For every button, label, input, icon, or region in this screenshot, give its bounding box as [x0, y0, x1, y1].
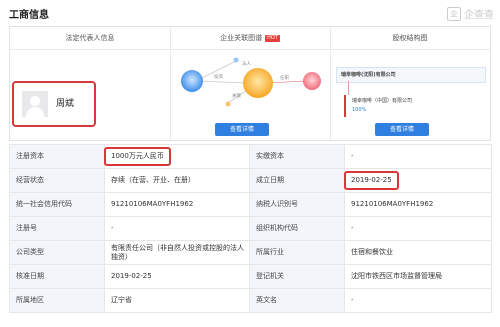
table-row: 所属地区 辽宁省 英文名 -: [9, 288, 492, 313]
graph-label-position: 任职: [280, 74, 289, 81]
graph-label-investor: 投资: [214, 73, 223, 80]
field-value: -: [344, 288, 492, 313]
graph-label-related: 关联: [232, 92, 241, 99]
avatar-body-shape: [26, 107, 44, 117]
graph-node-small: [225, 101, 231, 107]
avatar-head-shape: [30, 96, 40, 106]
field-value: 住宿和餐饮业: [344, 240, 492, 265]
brand-text: 企查查: [464, 10, 494, 21]
field-value: -: [344, 144, 492, 169]
field-value: 91210106MA0YFH1962: [344, 192, 492, 217]
legal-rep-card[interactable]: 周斌: [12, 81, 96, 127]
field-label: 核准日期: [9, 264, 105, 289]
field-label: 经营状态: [9, 168, 105, 193]
field-label: 登记机关: [249, 264, 345, 289]
equity-percent: 100%: [352, 107, 367, 113]
graph-node-right: [303, 72, 321, 90]
legal-rep-name[interactable]: 周斌: [56, 96, 74, 109]
avatar: [22, 91, 48, 117]
graph-node-left: [181, 70, 203, 92]
field-value: -: [344, 216, 492, 241]
header-divider: [10, 49, 490, 50]
field-value: 2019-02-25: [104, 264, 250, 289]
table-row: 公司类型 有限责任公司（非自然人投资或控股的法人独资） 所属行业 住宿和餐饮业: [9, 240, 492, 265]
field-label: 实缴资本: [249, 144, 345, 169]
overview-panel: 法定代表人信息 企业关联图谱HOT 股权结构图 周斌 投资 关联 法人 任职: [9, 26, 491, 141]
field-label: 注册号: [9, 216, 105, 241]
equity-shareholder: 瑞幸咖啡（中国）有限公司: [352, 98, 413, 104]
view-details-button-equity[interactable]: 查看详情: [375, 123, 429, 136]
table-row: 统一社会信用代码 91210106MA0YFH1962 纳税人识别号 91210…: [9, 192, 492, 217]
relation-graph[interactable]: 投资 关联 法人 任职: [172, 51, 328, 121]
established-date-value: 2019-02-25: [344, 171, 399, 190]
view-details-button-graph[interactable]: 查看详情: [215, 123, 269, 136]
field-label: 组织机构代码: [249, 216, 345, 241]
graph-node-small: [233, 57, 239, 63]
field-value: 辽宁省: [104, 288, 250, 313]
field-label: 注册资本: [9, 144, 105, 169]
registered-capital-value: 1000万元人民币: [104, 147, 171, 166]
brand-watermark: 企 企查查: [447, 6, 494, 21]
field-value: 存续（在营、开业、在册）: [104, 168, 250, 193]
table-row: 经营状态 存续（在营、开业、在册） 成立日期 2019-02-25: [9, 168, 492, 193]
field-value: 有限责任公司（非自然人投资或控股的法人独资）: [104, 240, 250, 265]
graph-label-other: 法人: [242, 60, 251, 67]
field-value-cell: 2019-02-25: [344, 168, 492, 193]
table-row: 注册号 - 组织机构代码 -: [9, 216, 492, 241]
field-label: 公司类型: [9, 240, 105, 265]
graph-edge: [195, 80, 247, 84]
field-label: 所属地区: [9, 288, 105, 313]
hot-badge: HOT: [265, 34, 280, 42]
field-label: 英文名: [249, 288, 345, 313]
field-label: 统一社会信用代码: [9, 192, 105, 217]
field-value: 91210106MA0YFH1962: [104, 192, 250, 217]
equity-header: 股权结构图: [392, 34, 428, 42]
field-value-cell: 1000万元人民币: [104, 144, 250, 169]
page-title: 工商信息: [9, 10, 49, 21]
field-label: 所属行业: [249, 240, 345, 265]
field-label: 纳税人识别号: [249, 192, 345, 217]
table-row: 核准日期 2019-02-25 登记机关 沈阳市铁西区市场监督管理局: [9, 264, 492, 289]
column-divider: [330, 27, 331, 140]
related-graph-title: 企业关联图谱: [220, 34, 263, 42]
column-divider: [170, 27, 171, 140]
related-graph-header: 企业关联图谱 HOT: [170, 27, 330, 49]
brand-logo-icon: 企: [447, 6, 461, 21]
field-label: 成立日期: [249, 168, 345, 193]
equity-connector: [348, 81, 349, 95]
equity-company: 瑞幸咖啡(沈阳)有限公司: [341, 72, 396, 78]
field-value: -: [104, 216, 250, 241]
equity-company-box[interactable]: 瑞幸咖啡(沈阳)有限公司: [336, 67, 486, 83]
field-value: 沈阳市铁西区市场监督管理局: [344, 264, 492, 289]
equity-shareholder-box[interactable]: 瑞幸咖啡（中国）有限公司 100%: [344, 95, 480, 117]
graph-node-center: [243, 68, 273, 98]
legal-rep-header: 法定代表人信息: [65, 34, 115, 42]
table-row: 注册资本 1000万元人民币 实缴资本 -: [9, 144, 492, 169]
business-info-table: 注册资本 1000万元人民币 实缴资本 - 经营状态 存续（在营、开业、在册） …: [9, 144, 492, 313]
